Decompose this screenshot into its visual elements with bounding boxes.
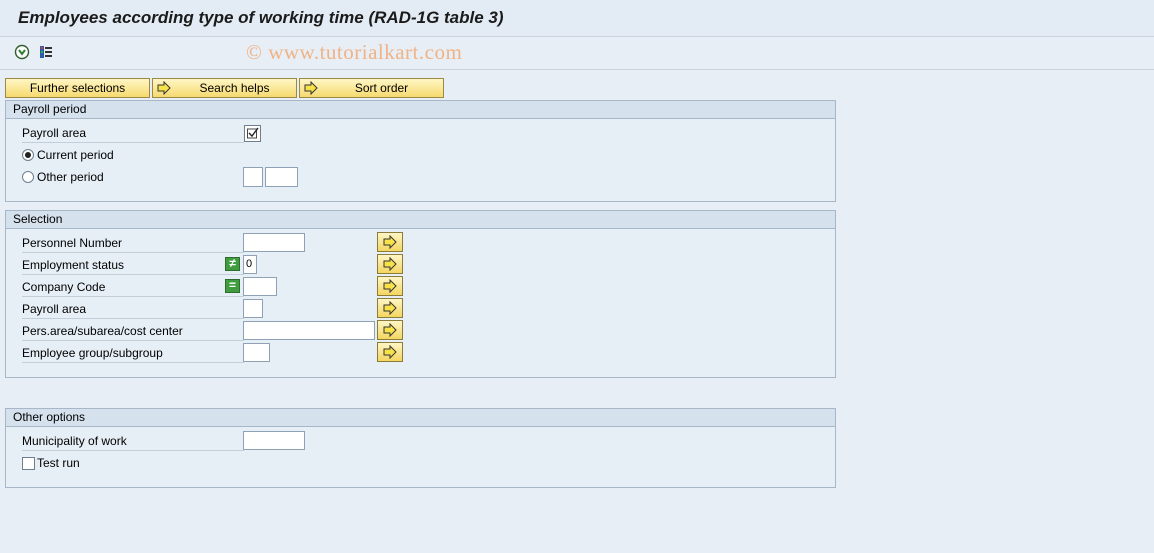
other-period-radio[interactable] bbox=[22, 171, 34, 183]
employee-group-multiple-selection-button[interactable] bbox=[377, 342, 403, 362]
employee-group-input[interactable] bbox=[243, 343, 270, 362]
pers-area-label: Pers.area/subarea/cost center bbox=[22, 321, 244, 341]
search-helps-button[interactable]: Search helps bbox=[152, 78, 297, 98]
sort-order-button[interactable]: Sort order bbox=[299, 78, 444, 98]
payroll-area-multiple-selection-button[interactable] bbox=[377, 298, 403, 318]
arrow-right-icon bbox=[304, 80, 318, 96]
arrow-right-icon bbox=[383, 301, 397, 315]
personnel-number-multiple-selection-button[interactable] bbox=[377, 232, 403, 252]
payroll-period-group: Payroll period Payroll area Current peri… bbox=[5, 100, 836, 202]
pers-area-input[interactable] bbox=[243, 321, 375, 340]
selection-header: Selection bbox=[6, 211, 835, 229]
arrow-right-icon bbox=[383, 323, 397, 337]
municipality-input[interactable] bbox=[243, 431, 305, 450]
personnel-number-input[interactable] bbox=[243, 233, 305, 252]
personnel-number-label: Personnel Number bbox=[22, 233, 244, 253]
execute-icon[interactable] bbox=[14, 44, 30, 60]
arrow-right-icon bbox=[383, 235, 397, 249]
municipality-label: Municipality of work bbox=[22, 431, 244, 451]
other-options-group: Other options Municipality of work Test … bbox=[5, 408, 836, 488]
arrow-right-icon bbox=[157, 80, 171, 96]
company-code-multiple-selection-button[interactable] bbox=[377, 276, 403, 296]
application-toolbar bbox=[0, 37, 1154, 70]
further-selections-label: Further selections bbox=[29, 81, 126, 95]
payroll-area-selection-input[interactable] bbox=[243, 299, 263, 318]
title-bar: Employees according type of working time… bbox=[0, 0, 1154, 37]
current-period-radio[interactable] bbox=[22, 149, 34, 161]
payroll-area-label: Payroll area bbox=[22, 123, 244, 143]
page-title: Employees according type of working time… bbox=[18, 8, 504, 27]
selection-group: Selection Personnel Number Employment st… bbox=[5, 210, 836, 378]
other-period-input-2[interactable] bbox=[265, 167, 298, 187]
search-helps-label: Search helps bbox=[199, 81, 270, 95]
other-period-input-1[interactable] bbox=[243, 167, 263, 187]
other-options-header: Other options bbox=[6, 409, 835, 427]
employee-group-label: Employee group/subgroup bbox=[22, 343, 244, 363]
company-code-input[interactable] bbox=[243, 277, 277, 296]
arrow-right-icon bbox=[383, 257, 397, 271]
further-selections-button[interactable]: Further selections bbox=[5, 78, 150, 98]
watermark: © www.tutorialkart.com bbox=[246, 40, 463, 64]
payroll-area-selection-label: Payroll area bbox=[22, 299, 244, 319]
test-run-checkbox[interactable] bbox=[22, 457, 35, 470]
company-code-label: Company Code bbox=[22, 277, 244, 297]
arrow-right-icon bbox=[383, 345, 397, 359]
employment-status-label: Employment status bbox=[22, 255, 244, 275]
sort-order-label: Sort order bbox=[354, 81, 409, 95]
arrow-right-icon bbox=[383, 279, 397, 293]
employment-status-multiple-selection-button[interactable] bbox=[377, 254, 403, 274]
other-period-label: Other period bbox=[37, 170, 104, 184]
employment-status-input[interactable]: 0 bbox=[243, 255, 257, 274]
test-run-label: Test run bbox=[37, 456, 80, 470]
checkmark-icon bbox=[247, 127, 259, 139]
payroll-area-checkbox[interactable] bbox=[244, 125, 261, 142]
variants-icon[interactable] bbox=[38, 44, 54, 60]
pers-area-multiple-selection-button[interactable] bbox=[377, 320, 403, 340]
current-period-label: Current period bbox=[37, 148, 114, 162]
payroll-period-header: Payroll period bbox=[6, 101, 835, 119]
equal-operator-icon[interactable]: = bbox=[225, 279, 240, 293]
not-equal-operator-icon[interactable]: ≠ bbox=[225, 257, 240, 271]
